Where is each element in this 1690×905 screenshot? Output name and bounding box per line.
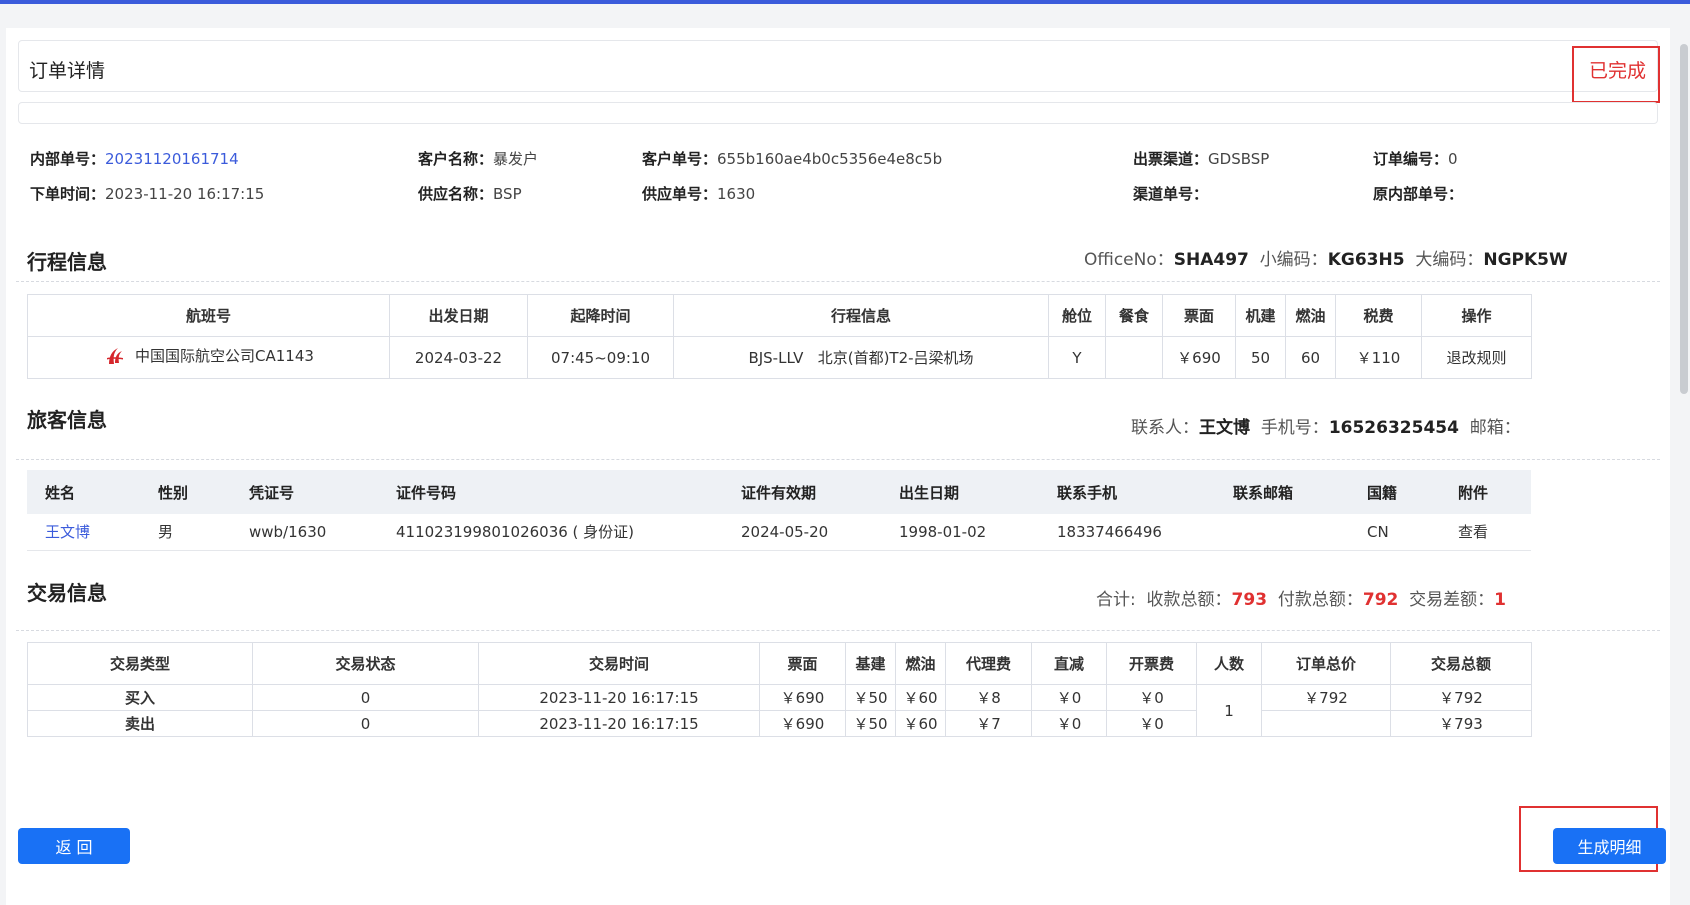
passenger-id-expiry: 2024-05-20 bbox=[723, 514, 881, 551]
itinerary-table: 航班号 出发日期 起降时间 行程信息 舱位 餐食 票面 机建 燃油 税费 操作 … bbox=[27, 294, 1532, 379]
passenger-section-title: 旅客信息 bbox=[27, 408, 107, 432]
air-china-logo-icon bbox=[107, 347, 124, 364]
col-action: 操作 bbox=[1421, 294, 1532, 337]
col-cabin: 舱位 bbox=[1048, 294, 1106, 337]
page-title: 订单详情 bbox=[29, 60, 106, 82]
info-ticket-channel: 出票渠道：GDSBSP bbox=[1133, 150, 1270, 168]
passenger-nationality: CN bbox=[1349, 514, 1440, 551]
internal-no-link[interactable]: 20231120161714 bbox=[105, 150, 239, 168]
refund-rules-link[interactable]: 退改规则 bbox=[1421, 336, 1532, 379]
col-route: 行程信息 bbox=[673, 294, 1049, 337]
info-internal-no: 内部单号：20231120161714 bbox=[30, 150, 239, 168]
divider bbox=[16, 630, 1660, 631]
passenger-voucher: wwb/1630 bbox=[231, 514, 378, 551]
divider bbox=[16, 459, 1660, 460]
passenger-birth: 1998-01-02 bbox=[881, 514, 1039, 551]
table-row: 中国国际航空公司CA1143 2024-03-22 07:45~09:10 BJ… bbox=[27, 336, 1532, 379]
passenger-gender: 男 bbox=[140, 514, 231, 551]
scrollbar-thumb[interactable] bbox=[1680, 44, 1688, 394]
divider bbox=[16, 281, 1660, 282]
info-supplier-no: 供应单号：1630 bbox=[642, 185, 756, 203]
attachment-view-link[interactable]: 查看 bbox=[1440, 514, 1531, 551]
trade-diff: 1 bbox=[1494, 590, 1507, 610]
info-original-no: 原内部单号： bbox=[1373, 185, 1464, 203]
flight-number: 中国国际航空公司CA1143 bbox=[135, 347, 314, 365]
col-airport-fee: 机建 bbox=[1235, 294, 1286, 337]
departure-date: 2024-03-22 bbox=[389, 336, 528, 379]
tax: ￥110 bbox=[1335, 336, 1422, 379]
cabin: Y bbox=[1048, 336, 1106, 379]
trade-table: 交易类型 交易状态 交易时间 票面 基建 燃油 代理费 直减 开票费 人数 订单… bbox=[27, 642, 1532, 737]
flight-time: 07:45~09:10 bbox=[527, 336, 674, 379]
itinerary-office-summary: OfficeNo：SHA497 小编码：KG63H5 大编码：NGPK5W bbox=[1084, 250, 1568, 270]
order-status: 已完成 bbox=[1589, 60, 1647, 82]
info-channel-no: 渠道单号： bbox=[1133, 185, 1209, 203]
airport-fee: 50 bbox=[1235, 336, 1286, 379]
trade-section-title: 交易信息 bbox=[27, 581, 107, 605]
passenger-id-no: 411023199801026036 ( 身份证) bbox=[378, 514, 723, 551]
back-button[interactable]: 返 回 bbox=[18, 828, 130, 864]
people-count: 1 bbox=[1196, 684, 1262, 737]
col-time: 起降时间 bbox=[527, 294, 674, 337]
meal bbox=[1105, 336, 1163, 379]
passenger-email bbox=[1215, 514, 1349, 551]
pay-total: 792 bbox=[1362, 590, 1399, 610]
table-row: 买入 0 2023-11-20 16:17:15 ￥690 ￥50 ￥60 ￥8… bbox=[27, 684, 1532, 737]
passenger-phone: 18337466496 bbox=[1039, 514, 1215, 551]
info-customer-no: 客户单号：655b160ae4b0c5356e4e8c5b bbox=[642, 150, 943, 168]
fuel: 60 bbox=[1285, 336, 1336, 379]
itinerary-header-row: 航班号 出发日期 起降时间 行程信息 舱位 餐食 票面 机建 燃油 税费 操作 bbox=[27, 294, 1532, 337]
receive-total: 793 bbox=[1231, 590, 1268, 610]
trade-summary: 合计: 收款总额：793 付款总额：792 交易差额：1 bbox=[1096, 590, 1507, 610]
col-flight: 航班号 bbox=[27, 294, 390, 337]
info-supplier-name: 供应名称：BSP bbox=[418, 185, 522, 203]
table-row: 王文博 男 wwb/1630 411023199801026036 ( 身份证)… bbox=[27, 514, 1531, 551]
route-info: BJS-LLV 北京(首都)T2-吕梁机场 bbox=[673, 336, 1049, 379]
col-tax: 税费 bbox=[1335, 294, 1422, 337]
table-row: 卖出 0 2023-11-20 16:17:15 ￥690 ￥50 ￥60 ￥7… bbox=[27, 710, 1532, 737]
sub-bar bbox=[18, 102, 1658, 124]
col-fare: 票面 bbox=[1162, 294, 1236, 337]
info-order-time: 下单时间：2023-11-20 16:17:15 bbox=[30, 185, 265, 203]
col-fuel: 燃油 bbox=[1285, 294, 1336, 337]
trade-header-row: 交易类型 交易状态 交易时间 票面 基建 燃油 代理费 直减 开票费 人数 订单… bbox=[27, 642, 1532, 685]
info-order-no: 订单编号：0 bbox=[1373, 150, 1458, 168]
passenger-contact-summary: 联系人：王文博 手机号：16526325454 邮箱： bbox=[1131, 418, 1521, 438]
col-date: 出发日期 bbox=[389, 294, 528, 337]
itinerary-section-title: 行程信息 bbox=[27, 250, 107, 274]
fare: ￥690 bbox=[1162, 336, 1236, 379]
passenger-header-row: 姓名 性别 凭证号 证件号码 证件有效期 出生日期 联系手机 联系邮箱 国籍 附… bbox=[27, 470, 1531, 514]
order-detail-panel: 订单详情 已完成 内部单号：20231120161714 客户名称：暴发户 客户… bbox=[6, 28, 1670, 905]
generate-detail-button[interactable]: 生成明细 bbox=[1553, 828, 1666, 864]
passenger-table: 姓名 性别 凭证号 证件号码 证件有效期 出生日期 联系手机 联系邮箱 国籍 附… bbox=[27, 470, 1531, 551]
col-meal: 餐食 bbox=[1105, 294, 1163, 337]
top-accent-bar bbox=[0, 0, 1690, 4]
title-bar: 订单详情 bbox=[18, 40, 1658, 92]
passenger-name-link[interactable]: 王文博 bbox=[27, 514, 140, 551]
info-customer-name: 客户名称：暴发户 bbox=[418, 150, 539, 168]
